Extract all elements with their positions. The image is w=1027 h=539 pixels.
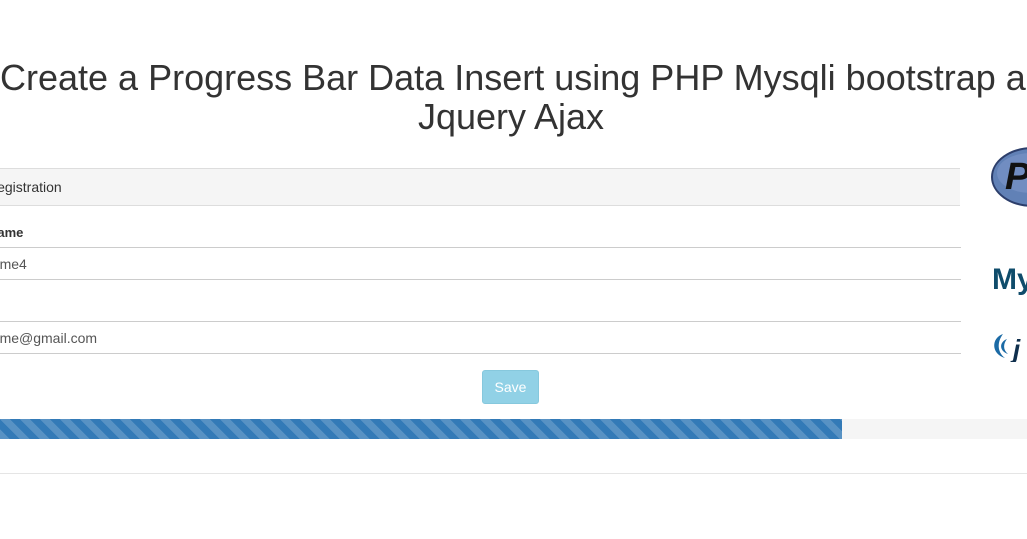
email-input[interactable]: name@gmail.com	[0, 321, 961, 354]
panel-heading-text: Registration	[0, 179, 62, 195]
mysql-logo: My	[992, 263, 1027, 296]
svg-text:P: P	[1005, 156, 1027, 198]
name-input[interactable]: name4	[0, 247, 961, 280]
php-logo-icon: P	[991, 147, 1027, 207]
save-button[interactable]: Save	[482, 370, 539, 404]
jquery-logo-icon: j	[994, 334, 1021, 362]
page-title-line-2: Jquery Ajax	[417, 96, 605, 137]
page-title-line-1: Create a Progress Bar Data Insert using …	[0, 57, 1027, 98]
panel-heading: Registration	[0, 168, 960, 206]
divider	[0, 473, 1027, 474]
progress-bar	[0, 419, 843, 439]
page-title: Create a Progress Bar Data Insert using …	[0, 57, 1027, 137]
progress-track	[0, 419, 1027, 439]
name-label: Name	[0, 225, 24, 240]
svg-text:j: j	[1010, 334, 1021, 362]
